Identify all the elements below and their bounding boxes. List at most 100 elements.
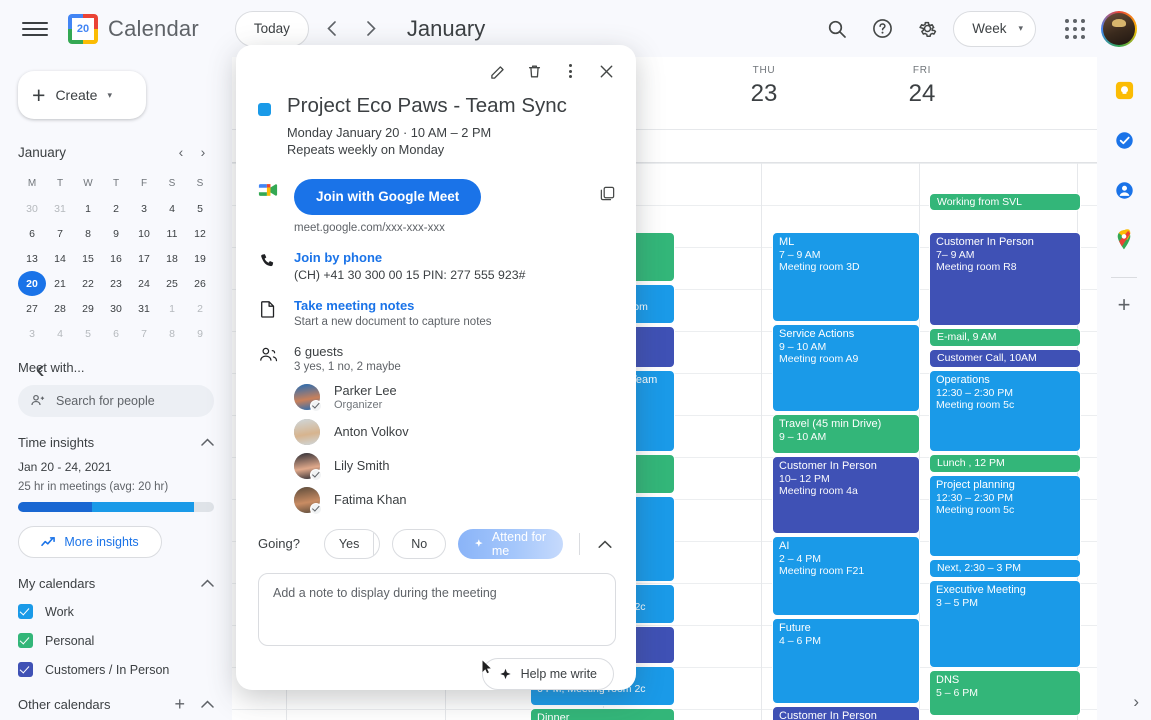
chevron-up-icon[interactable] [592,536,618,552]
mini-calendar-day[interactable]: 22 [74,271,102,296]
rsvp-yes-button[interactable]: Yes ▾ [324,529,380,559]
tasks-icon[interactable] [1107,123,1141,157]
mini-calendar-day[interactable]: 16 [102,246,130,271]
mini-calendar-day[interactable]: 30 [102,296,130,321]
kebab-menu-icon[interactable] [554,55,586,87]
mini-calendar-day[interactable]: 1 [74,196,102,221]
mini-calendar-day[interactable]: 5 [74,321,102,346]
mini-prev-month-icon[interactable]: ‹ [170,141,192,163]
chevron-up-icon[interactable] [201,577,214,591]
attend-for-me-button[interactable]: Attend for me [458,529,563,559]
trash-icon[interactable] [518,55,550,87]
mini-calendar-day[interactable]: 9 [102,221,130,246]
mini-calendar-day[interactable]: 7 [46,221,74,246]
mini-calendar-day[interactable]: 31 [46,196,74,221]
copy-icon[interactable] [599,179,616,234]
calendar-event[interactable]: Working from SVL [929,193,1081,211]
join-with-google-meet-button[interactable]: Join with Google Meet [294,179,481,215]
day-header[interactable]: FRI24 [843,65,1001,108]
mini-calendar-day[interactable]: 21 [46,271,74,296]
mini-calendar-day[interactable]: 26 [186,271,214,296]
mini-calendar-day[interactable]: 19 [186,246,214,271]
mini-calendar-day[interactable]: 25 [158,271,186,296]
mini-calendar-day[interactable]: 8 [158,321,186,346]
day-header[interactable]: THU23 [685,65,843,108]
chevron-up-icon[interactable] [201,698,214,712]
calendar-event[interactable]: Customer In Person10– 12 PMMeeting room … [772,456,920,534]
plus-icon[interactable]: + [174,694,185,715]
mini-calendar-day[interactable]: 8 [74,221,102,246]
mini-calendar-day[interactable]: 4 [158,196,186,221]
plus-icon[interactable]: + [1118,292,1131,318]
mini-calendar-day[interactable]: 23 [102,271,130,296]
mini-calendar-day[interactable]: 18 [158,246,186,271]
calendar-event[interactable]: Customer In Person6– 7 PMGoogleplex [772,706,920,720]
calendar-event[interactable]: Operations12:30 – 2:30 PMMeeting room 5c [929,370,1081,452]
calendar-checkbox-row[interactable]: Personal [18,626,214,655]
mini-calendar-day[interactable]: 15 [74,246,102,271]
mini-calendar-day[interactable]: 7 [130,321,158,346]
mini-calendar-day[interactable]: 17 [130,246,158,271]
mini-calendar-day[interactable]: 24 [130,271,158,296]
help-icon[interactable] [863,10,901,48]
mini-calendar-day[interactable]: 3 [18,321,46,346]
pencil-icon[interactable] [482,55,514,87]
search-icon[interactable] [818,10,856,48]
mini-calendar-day[interactable]: 4 [46,321,74,346]
mini-calendar-day[interactable]: 14 [46,246,74,271]
mini-calendar-day[interactable]: 9 [186,321,214,346]
maps-icon[interactable] [1107,223,1141,257]
take-meeting-notes-link[interactable]: Take meeting notes [294,298,616,313]
guest-row[interactable]: Anton Volkov [294,419,616,445]
mini-calendar-day[interactable]: 11 [158,221,186,246]
mini-calendar-day[interactable]: 6 [102,321,130,346]
mini-calendar-day[interactable]: 30 [18,196,46,221]
close-icon[interactable] [590,55,622,87]
calendar-event[interactable]: Project planning12:30 – 2:30 PMMeeting r… [929,475,1081,557]
calendar-event[interactable]: Travel (45 min Drive)9 – 10 AM [772,414,920,454]
search-for-people-input[interactable]: Search for people [18,385,214,417]
join-by-phone-link[interactable]: Join by phone [294,250,616,265]
calendar-event[interactable]: Next, 2:30 – 3 PM [929,559,1081,578]
calendar-event[interactable]: Customer Call, 10AM [929,349,1081,368]
keep-icon[interactable] [1107,73,1141,107]
mini-calendar-day[interactable]: 28 [46,296,74,321]
calendar-event[interactable]: Executive Meeting3 – 5 PM [929,580,1081,668]
mini-calendar-day[interactable]: 2 [102,196,130,221]
calendar-event[interactable]: AI2 – 4 PMMeeting room F21 [772,536,920,616]
next-period-icon[interactable] [355,12,389,46]
mini-calendar-day[interactable]: 5 [186,196,214,221]
rsvp-no-button[interactable]: No [392,529,446,559]
calendar-checkbox-row[interactable]: Customers / In Person [18,655,214,684]
view-selector[interactable]: Week ▾ [953,11,1036,47]
calendar-checkbox-row[interactable]: Work [18,597,214,626]
apps-grid-icon[interactable] [1056,10,1094,48]
mini-calendar-day[interactable]: 6 [18,221,46,246]
checkbox[interactable] [18,604,33,619]
calendar-event[interactable]: Customer In Person7– 9 AMMeeting room R8 [929,232,1081,326]
mini-calendar-day[interactable]: 29 [74,296,102,321]
sidebar-collapse-icon[interactable]: ‹ [36,356,45,382]
mini-calendar-day[interactable]: 20 [18,271,46,296]
gear-icon[interactable] [908,10,946,48]
mini-calendar-day[interactable]: 3 [130,196,158,221]
mini-calendar-day[interactable]: 1 [158,296,186,321]
mini-calendar-day[interactable]: 13 [18,246,46,271]
calendar-event[interactable]: DNS5 – 6 PM [929,670,1081,716]
mini-next-month-icon[interactable]: › [192,141,214,163]
calendar-event[interactable]: E-mail, 9 AM [929,328,1081,347]
guest-row[interactable]: Lily Smith [294,453,616,479]
checkbox[interactable] [18,662,33,677]
calendar-event[interactable]: Dinner9 PM [530,708,675,720]
mini-calendar-day[interactable]: 2 [186,296,214,321]
guest-row[interactable]: Parker LeeOrganizer [294,383,616,411]
more-insights-button[interactable]: More insights [18,526,162,558]
checkbox[interactable] [18,633,33,648]
rsvp-yes-caret-icon[interactable]: ▾ [373,530,380,558]
prev-period-icon[interactable] [315,12,349,46]
create-button[interactable]: + Create ▾ [18,71,146,119]
calendar-event[interactable]: ML7 – 9 AMMeeting room 3D [772,232,920,322]
guest-row[interactable]: Fatima Khan [294,487,616,513]
mini-calendar-day[interactable]: 10 [130,221,158,246]
mini-calendar-day[interactable]: 12 [186,221,214,246]
